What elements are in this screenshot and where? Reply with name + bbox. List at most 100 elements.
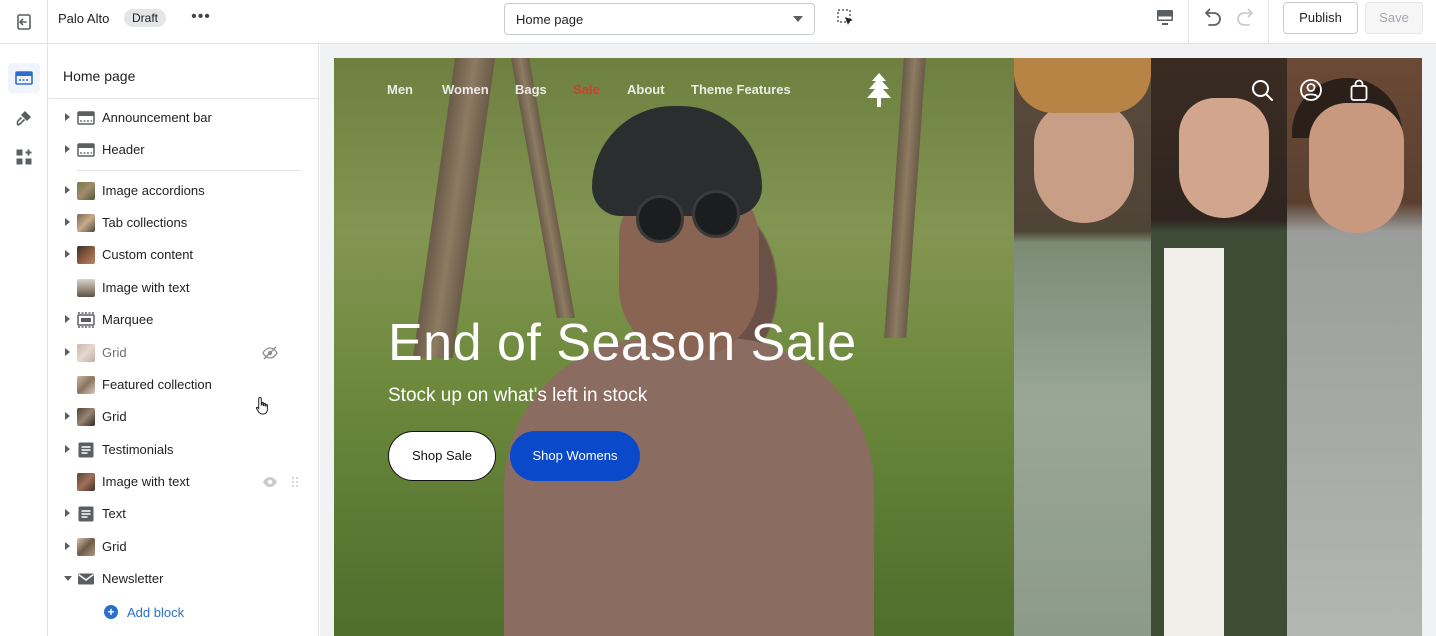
sunglasses-lens bbox=[692, 190, 740, 238]
save-button[interactable]: Save bbox=[1365, 2, 1423, 34]
rail-sections[interactable] bbox=[8, 63, 40, 93]
text-icon bbox=[78, 442, 94, 458]
sections-icon bbox=[15, 71, 33, 85]
chevron-right-icon[interactable] bbox=[65, 218, 70, 226]
exit-button[interactable] bbox=[0, 0, 48, 44]
nav-link-men[interactable]: Men bbox=[387, 82, 413, 97]
section-label: Newsletter bbox=[102, 571, 164, 586]
nav-link-about[interactable]: About bbox=[627, 82, 665, 97]
section-item[interactable]: Tab collections bbox=[49, 208, 318, 238]
section-label: Grid bbox=[102, 345, 127, 360]
model-shirt bbox=[1164, 248, 1224, 636]
hero-subtitle: Stock up on what's left in stock bbox=[388, 385, 648, 406]
redo-icon[interactable] bbox=[1234, 7, 1258, 29]
sunglasses-lens bbox=[636, 195, 684, 243]
chevron-right-icon[interactable] bbox=[65, 250, 70, 258]
nav-link-bags[interactable]: Bags bbox=[515, 82, 547, 97]
section-label: Featured collection bbox=[102, 377, 212, 392]
hero-title: End of Season Sale bbox=[388, 314, 857, 372]
section-item[interactable]: Announcement bar bbox=[49, 103, 318, 133]
tree-logo-icon[interactable] bbox=[864, 72, 894, 108]
section-item[interactable]: Grid bbox=[49, 532, 318, 562]
status-badge: Draft bbox=[124, 9, 167, 27]
image-thumbnail bbox=[77, 376, 95, 394]
page-select-value: Home page bbox=[516, 11, 584, 27]
more-actions-button[interactable]: ••• bbox=[190, 6, 212, 30]
chevron-down-icon bbox=[793, 16, 803, 22]
shop-womens-button[interactable]: Shop Womens bbox=[510, 431, 640, 481]
section-item[interactable]: Header bbox=[49, 135, 318, 165]
hero-banner[interactable]: Men Women Bags Sale About Theme Features… bbox=[334, 58, 1422, 636]
section-item[interactable]: Image with text bbox=[49, 467, 318, 497]
eye-icon[interactable] bbox=[262, 474, 278, 490]
section-item[interactable]: Custom content bbox=[49, 240, 318, 270]
model-face bbox=[1179, 98, 1269, 218]
image-thumbnail bbox=[77, 182, 95, 200]
image-thumbnail bbox=[77, 473, 95, 491]
chevron-right-icon[interactable] bbox=[65, 412, 70, 420]
hand-cursor-icon bbox=[255, 396, 268, 415]
section-item[interactable]: Testimonials bbox=[49, 435, 318, 465]
section-label: Grid bbox=[102, 409, 127, 424]
undo-icon[interactable] bbox=[1200, 7, 1224, 29]
chevron-right-icon[interactable] bbox=[65, 145, 70, 153]
chevron-right-icon[interactable] bbox=[65, 348, 70, 356]
section-item[interactable]: Image accordions bbox=[49, 176, 318, 206]
toolbar-divider bbox=[1188, 0, 1189, 44]
nav-link-theme-features[interactable]: Theme Features bbox=[691, 82, 791, 97]
section-item[interactable]: Marquee bbox=[49, 305, 318, 335]
cart-bag-icon[interactable] bbox=[1347, 78, 1371, 102]
sections-sidebar: Home page Announcement bar Header Image … bbox=[49, 44, 319, 636]
toolbar-divider bbox=[1268, 0, 1269, 44]
search-icon[interactable] bbox=[1250, 78, 1274, 102]
model-face bbox=[1309, 103, 1404, 233]
section-item[interactable]: Newsletter bbox=[49, 564, 318, 594]
chevron-right-icon[interactable] bbox=[65, 186, 70, 194]
rail-apps[interactable] bbox=[8, 142, 40, 172]
chevron-right-icon[interactable] bbox=[65, 113, 70, 121]
plus-circle-icon: + bbox=[104, 605, 118, 619]
top-bar: Palo Alto Draft ••• Home page Publish Sa… bbox=[0, 0, 1436, 44]
chevron-down-icon[interactable] bbox=[64, 576, 72, 581]
section-item[interactable]: Featured collection bbox=[49, 370, 318, 400]
section-item[interactable]: Grid bbox=[49, 338, 318, 368]
section-item[interactable]: Image with text bbox=[49, 273, 318, 303]
sidebar-title: Home page bbox=[63, 68, 136, 84]
section-icon bbox=[77, 111, 95, 125]
nav-link-sale[interactable]: Sale bbox=[573, 82, 600, 97]
cyclist-sweater bbox=[504, 338, 874, 636]
drag-handle-icon[interactable] bbox=[287, 474, 303, 490]
image-thumbnail bbox=[77, 246, 95, 264]
inspector-icon[interactable] bbox=[836, 8, 856, 28]
image-thumbnail bbox=[77, 538, 95, 556]
account-icon[interactable] bbox=[1299, 78, 1323, 102]
section-label: Testimonials bbox=[102, 442, 174, 457]
nav-link-women[interactable]: Women bbox=[442, 82, 489, 97]
rail-theme-settings[interactable] bbox=[8, 103, 40, 133]
chevron-right-icon[interactable] bbox=[65, 509, 70, 517]
text-icon bbox=[78, 506, 94, 522]
shop-sale-button[interactable]: Shop Sale bbox=[388, 431, 496, 481]
left-rail bbox=[0, 44, 48, 636]
chevron-right-icon[interactable] bbox=[65, 445, 70, 453]
exit-icon bbox=[16, 14, 31, 30]
model-face bbox=[1034, 103, 1134, 223]
page-select[interactable]: Home page bbox=[504, 3, 815, 35]
image-thumbnail bbox=[77, 408, 95, 426]
section-label: Grid bbox=[102, 539, 127, 554]
section-label: Image with text bbox=[102, 474, 190, 489]
beanie-hat bbox=[1014, 58, 1151, 113]
section-label: Announcement bar bbox=[102, 110, 212, 125]
section-label: Marquee bbox=[102, 312, 154, 327]
section-item[interactable]: Grid bbox=[49, 402, 318, 432]
section-item[interactable]: Text bbox=[49, 499, 318, 529]
marquee-icon bbox=[77, 312, 95, 328]
desktop-view-icon[interactable] bbox=[1154, 8, 1176, 28]
section-label: Tab collections bbox=[102, 215, 188, 230]
add-block-button[interactable]: + Add block bbox=[104, 602, 184, 622]
chevron-right-icon[interactable] bbox=[65, 542, 70, 550]
publish-button[interactable]: Publish bbox=[1283, 2, 1358, 34]
eye-hidden-icon[interactable] bbox=[262, 345, 278, 361]
apps-icon bbox=[16, 149, 32, 165]
chevron-right-icon[interactable] bbox=[65, 315, 70, 323]
